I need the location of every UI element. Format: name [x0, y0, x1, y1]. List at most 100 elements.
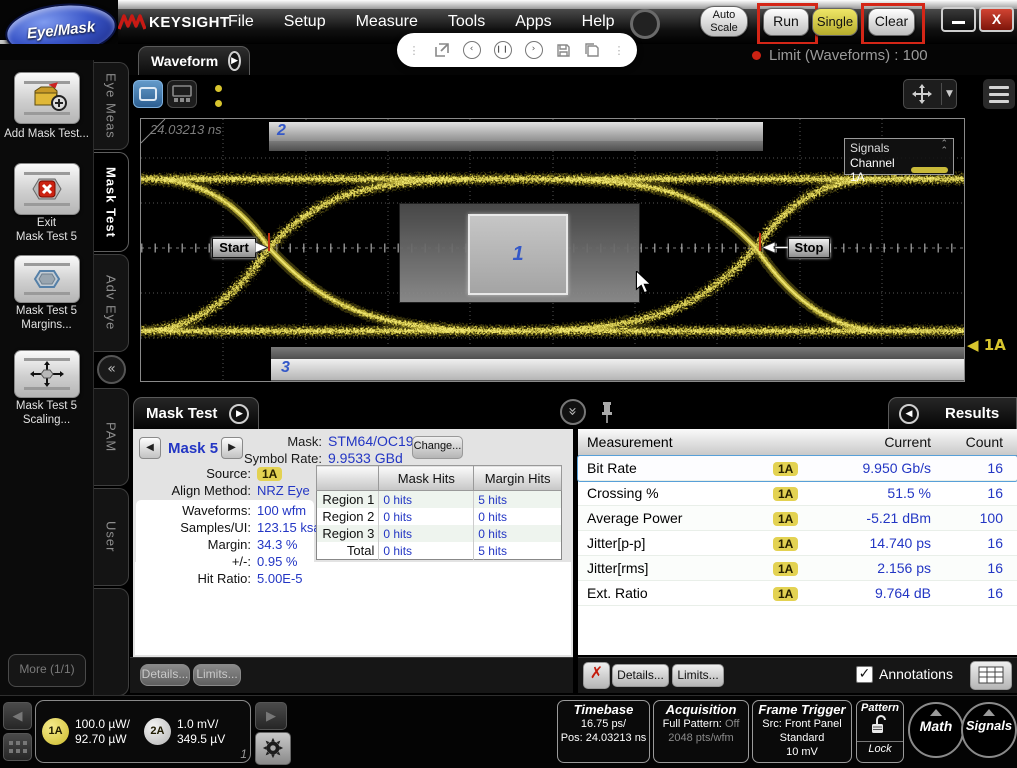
source-badge[interactable]: 1A [257, 467, 282, 481]
chevron-down-icon[interactable]: ▼ [946, 89, 953, 99]
more-button[interactable]: More (1/1) [8, 654, 86, 687]
mask-details-button[interactable]: Details... [140, 664, 190, 686]
param-margin-tolerance: +/-:0.95 % [135, 554, 325, 569]
signals-button[interactable]: Signals [961, 702, 1017, 758]
grip-dot-icon[interactable] [215, 85, 222, 92]
gear-icon [262, 737, 284, 759]
legend-channel-label: Channel 1A [850, 156, 911, 184]
menu-file[interactable]: File [228, 13, 254, 31]
display-menu-button[interactable] [983, 79, 1015, 109]
exit-mask-test-button[interactable] [14, 163, 80, 215]
menu-help[interactable]: Help [582, 13, 615, 31]
waveform-tab-label: Waveform [151, 53, 218, 69]
mask-limits-button[interactable]: Limits... [193, 664, 241, 686]
legend-collapse-icon[interactable]: ⌃⌃ [940, 141, 948, 155]
close-button[interactable]: X [979, 7, 1014, 32]
edit-icon[interactable] [434, 42, 450, 58]
channel-status-panel[interactable]: 1A 100.0 µW/92.70 µW 2A 1.0 mV/349.5 µV … [35, 700, 251, 763]
mask-test-tab-play-icon[interactable]: ▶ [229, 404, 249, 424]
frame-trigger-panel[interactable]: Frame Trigger Src: Front Panel Standard … [752, 700, 852, 763]
results-tab-label: Results [945, 405, 999, 422]
pause-icon[interactable]: ❙❙ [494, 41, 512, 59]
result-row-crossing[interactable]: Crossing %1A 51.5 %16 [578, 481, 1017, 506]
result-row-jitter-rms[interactable]: Jitter[rms]1A 2.156 ps16 [578, 556, 1017, 581]
prev-page-button[interactable]: ◀ [3, 702, 32, 730]
forward-icon[interactable]: › [525, 41, 543, 59]
result-row-average-power[interactable]: Average Power1A -5.21 dBm100 [578, 506, 1017, 531]
tab-adv-eye[interactable]: Adv Eye [94, 254, 129, 352]
results-limits-button[interactable]: Limits... [672, 664, 724, 687]
panel-collapse-button[interactable]: » [560, 399, 586, 425]
annotations-checkbox[interactable]: ✓ [856, 666, 873, 683]
start-marker[interactable]: Start [212, 238, 256, 258]
measurement-table-button[interactable] [970, 661, 1012, 690]
page-grid-button[interactable] [3, 733, 32, 761]
clear-button[interactable]: Clear [868, 8, 915, 36]
results-panel-tab[interactable]: ◀ Results [888, 397, 1017, 429]
save-all-icon[interactable] [584, 42, 601, 58]
signals-legend[interactable]: Signals ⌃⌃ Channel 1A [844, 138, 954, 175]
result-row-ext-ratio[interactable]: Ext. Ratio1A 9.764 dB16 [578, 581, 1017, 606]
tab-eye-meas[interactable]: Eye Meas [94, 62, 129, 150]
mask-margins-button[interactable] [14, 255, 80, 303]
save-icon[interactable] [556, 43, 571, 58]
symbol-rate-value[interactable]: 9.9533 GBd [328, 450, 403, 466]
menu-setup[interactable]: Setup [284, 13, 326, 31]
add-mask-test-button[interactable] [14, 72, 80, 124]
back-icon[interactable]: ‹ [463, 41, 481, 59]
tab-user[interactable]: User [94, 488, 129, 586]
pattern-lock-panel[interactable]: Pattern Lock [856, 700, 904, 763]
results-details-button[interactable]: Details... [612, 664, 669, 687]
menu-measure[interactable]: Measure [356, 13, 418, 31]
more-options-icon[interactable]: ⋮ [614, 44, 626, 57]
results-tab-expand-icon[interactable]: ◀ [899, 404, 919, 424]
delete-measurement-button[interactable]: ✗ [583, 662, 610, 689]
mouse-cursor [635, 271, 652, 295]
pin-icon[interactable] [600, 400, 614, 424]
prev-mask-button[interactable]: ◀ [139, 437, 161, 459]
channel-1a-badge[interactable]: 1A [42, 718, 69, 745]
result-row-bit-rate[interactable]: Bit Rate1A 9.950 Gb/s16 [578, 456, 1017, 481]
tab-pam[interactable]: PAM [94, 388, 129, 486]
math-button[interactable]: Math [908, 702, 964, 758]
channel-1a-level-marker[interactable]: ◀ 1A [967, 336, 1006, 354]
acquisition-panel[interactable]: Acquisition Full Pattern: Off 2048 pts/w… [653, 700, 749, 763]
single-display-layout-button[interactable] [133, 80, 163, 108]
capture-toolbar[interactable]: ⋮ ‹ ❙❙ › ⋮ [397, 33, 637, 67]
channel-2a-badge[interactable]: 2A [144, 718, 171, 745]
mask-region-1[interactable]: 1 [468, 214, 568, 295]
sidebar-collapse-button[interactable]: « [97, 355, 126, 384]
stop-marker[interactable]: Stop [788, 238, 830, 258]
timebase-position-readout: 24.03213 ns [150, 122, 222, 137]
mask-region-2[interactable]: 2 [269, 122, 763, 142]
mask-value[interactable]: STM64/OC192 [328, 433, 421, 449]
result-row-jitter-pp[interactable]: Jitter[p-p]1A 14.740 ps16 [578, 531, 1017, 556]
waveform-tab[interactable]: Waveform ▶ [138, 46, 250, 75]
mask-hits-table: Mask Hits Margin Hits Region 10 hits5 hi… [316, 465, 562, 560]
drag-handle-icon[interactable]: ⋮ [409, 44, 421, 57]
mask-region-3[interactable]: 3 [271, 359, 964, 381]
split-display-layout-button[interactable] [167, 80, 197, 108]
single-button[interactable]: Single [812, 8, 858, 36]
timebase-panel[interactable]: Timebase 16.75 ps/ Pos: 24.03213 ns [557, 700, 650, 763]
menu-tools[interactable]: Tools [448, 13, 485, 31]
run-button[interactable]: Run [763, 8, 809, 36]
move-display-button[interactable]: ▼ [903, 79, 957, 109]
mask-scaling-button[interactable] [14, 350, 80, 398]
menu-apps[interactable]: Apps [515, 13, 551, 31]
minimize-button[interactable] [941, 7, 976, 32]
camera-icon[interactable] [630, 9, 660, 39]
col-count[interactable]: Count [931, 434, 1003, 450]
waveform-tab-play-icon[interactable]: ▶ [228, 51, 241, 71]
tab-mask-test[interactable]: Mask Test [94, 152, 129, 252]
keysight-spark-icon [118, 13, 146, 33]
next-page-button[interactable]: ▶ [255, 702, 287, 730]
eye-diagram-graticule[interactable]: 2 3 1 24.03213 ns Start Stop Signals ⌃⌃ … [140, 118, 965, 382]
mask-test-panel-tab[interactable]: Mask Test ▶ [133, 397, 259, 429]
channel-settings-button[interactable] [255, 732, 291, 765]
col-measurement[interactable]: Measurement [578, 434, 773, 450]
auto-scale-button[interactable]: Auto Scale [700, 6, 748, 37]
grip-dot-icon[interactable] [215, 100, 222, 107]
col-current[interactable]: Current [803, 434, 931, 450]
change-mask-button[interactable]: Change... [412, 436, 463, 459]
